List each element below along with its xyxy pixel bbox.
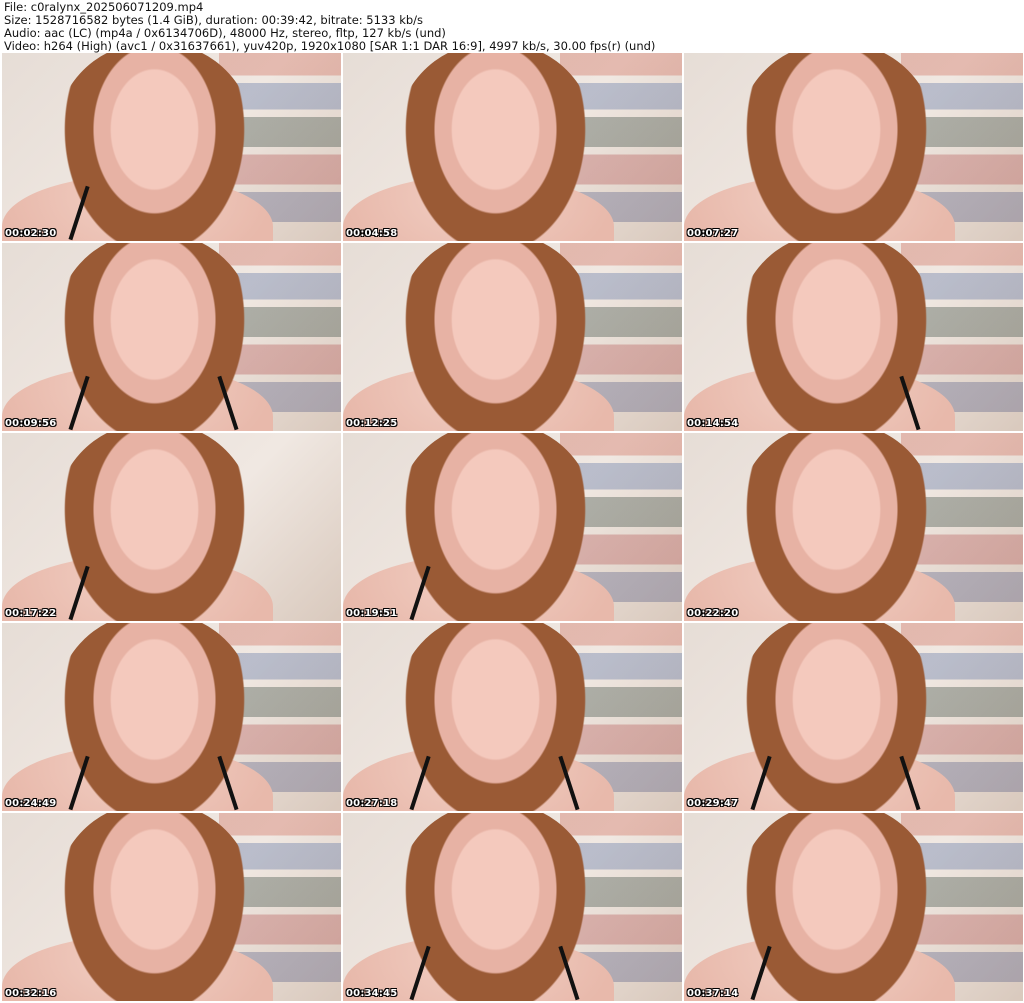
timestamp-label: 00:02:30 [5, 228, 57, 239]
thumbnail-frame: 00:09:56 [2, 243, 341, 431]
person-figure [734, 53, 939, 241]
person-figure [734, 433, 939, 621]
thumbnail-frame: 00:27:18 [343, 623, 682, 811]
timestamp-label: 00:32:16 [5, 988, 57, 999]
timestamp-label: 00:27:18 [346, 798, 398, 809]
thumbnail-frame: 00:17:22 [2, 433, 341, 621]
person-figure [393, 243, 598, 431]
timestamp-label: 00:19:51 [346, 608, 398, 619]
thumbnail-frame: 00:32:16 [2, 813, 341, 1001]
timestamp-label: 00:09:56 [5, 418, 57, 429]
thumbnail-frame: 00:14:54 [684, 243, 1023, 431]
video-info-line: Video: h264 (High) (avc1 / 0x31637661), … [4, 39, 656, 53]
file-info-header: File: c0ralynx_202506071209.mp4 Size: 15… [4, 1, 1020, 53]
person-figure [393, 433, 598, 621]
thumbnail-frame: 00:29:47 [684, 623, 1023, 811]
thumbnail-frame: 00:24:49 [2, 623, 341, 811]
timestamp-label: 00:07:27 [687, 228, 739, 239]
timestamp-label: 00:24:49 [5, 798, 57, 809]
timestamp-label: 00:34:45 [346, 988, 398, 999]
thumbnail-frame: 00:07:27 [684, 53, 1023, 241]
timestamp-label: 00:17:22 [5, 608, 57, 619]
thumbnail-frame: 00:02:30 [2, 53, 341, 241]
thumbnail-frame: 00:19:51 [343, 433, 682, 621]
person-figure [393, 53, 598, 241]
person-figure [52, 53, 257, 241]
timestamp-label: 00:12:25 [346, 418, 398, 429]
thumbnail-frame: 00:37:14 [684, 813, 1023, 1001]
person-figure [52, 813, 257, 1001]
thumbnail-frame: 00:12:25 [343, 243, 682, 431]
thumbnail-frame: 00:04:58 [343, 53, 682, 241]
timestamp-label: 00:37:14 [687, 988, 739, 999]
timestamp-label: 00:22:20 [687, 608, 739, 619]
thumbnail-frame: 00:34:45 [343, 813, 682, 1001]
timestamp-label: 00:04:58 [346, 228, 398, 239]
timestamp-label: 00:29:47 [687, 798, 739, 809]
timestamp-label: 00:14:54 [687, 418, 739, 429]
thumbnail-grid: 00:02:30 00:04:58 00:07:27 00:09:56 00:1… [2, 53, 1023, 1003]
person-figure [52, 433, 257, 621]
thumbnail-frame: 00:22:20 [684, 433, 1023, 621]
person-figure [734, 813, 939, 1001]
